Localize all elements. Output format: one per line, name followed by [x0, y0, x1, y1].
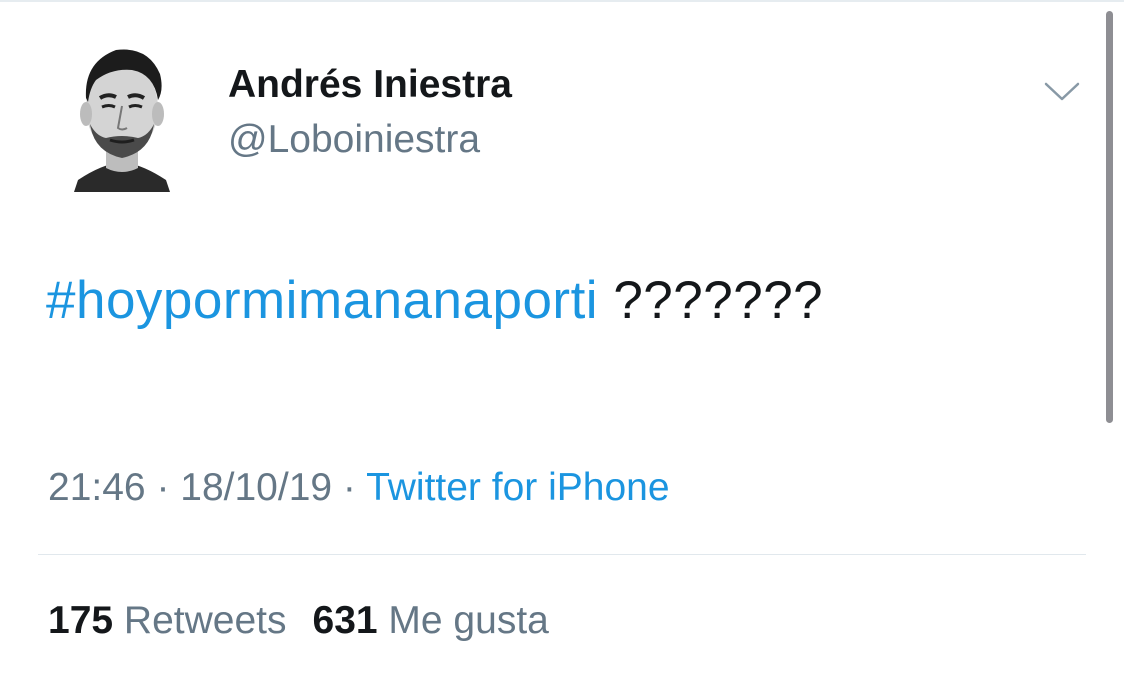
- hashtag-link[interactable]: #hoypormimananaporti: [46, 271, 598, 330]
- likes-label: Me gusta: [388, 599, 549, 642]
- likes-count: 631: [312, 599, 378, 642]
- tweet-detail: Andrés Iniestra @Loboiniestra #hoypormim…: [0, 0, 1124, 679]
- avatar-image: [74, 49, 170, 192]
- retweets-count: 175: [48, 599, 114, 642]
- scrollbar[interactable]: [1106, 11, 1113, 423]
- meta-separator: ·: [145, 466, 181, 509]
- retweets-stat[interactable]: 175 Retweets: [48, 599, 287, 643]
- divider: [38, 554, 1086, 555]
- top-border: [0, 0, 1124, 2]
- chevron-down-icon[interactable]: [1042, 78, 1082, 108]
- tweet-time[interactable]: 21:46: [48, 466, 146, 509]
- likes-stat[interactable]: 631 Me gusta: [313, 599, 549, 643]
- tweet-date[interactable]: 18/10/19: [180, 466, 332, 509]
- meta-separator: ·: [332, 466, 367, 509]
- tweet-source-link[interactable]: Twitter for iPhone: [366, 466, 669, 509]
- avatar[interactable]: [72, 40, 172, 192]
- user-handle[interactable]: @Loboiniestra: [228, 118, 480, 162]
- display-name[interactable]: Andrés Iniestra: [228, 63, 512, 107]
- tweet-text-suffix: ???????: [598, 271, 824, 330]
- tweet-stats: 175 Retweets 631 Me gusta: [48, 599, 549, 643]
- retweets-label: Retweets: [123, 599, 287, 642]
- tweet-text: #hoypormimananaporti ???????: [46, 270, 823, 331]
- tweet-metadata: 21:46 · 18/10/19 · Twitter for iPhone: [48, 466, 670, 510]
